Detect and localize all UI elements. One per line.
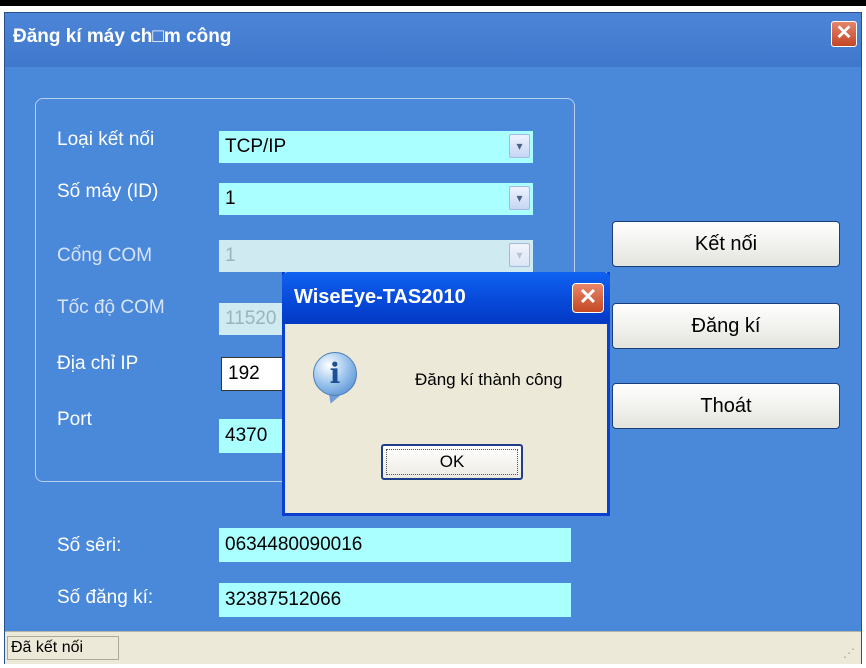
ok-button-label: OK <box>439 452 465 471</box>
reg-number-value: 32387512066 <box>225 589 342 610</box>
dialog-close-button[interactable]: ✕ <box>572 283 604 313</box>
status-text: Đã kết nối <box>7 636 119 660</box>
title-bar: Đăng kí máy ch□m công ✕ <box>5 13 861 67</box>
com-port-value: 1 <box>225 245 236 266</box>
connect-button[interactable]: Kết nối <box>612 221 840 267</box>
com-speed-label: Tốc độ COM <box>57 297 165 318</box>
serial-label: Số sêri: <box>57 535 122 556</box>
window-close-button[interactable]: ✕ <box>831 21 857 47</box>
connection-type-value: TCP/IP <box>225 136 287 157</box>
ip-address-label: Địa chỉ IP <box>57 353 139 374</box>
top-border <box>0 0 866 6</box>
register-button[interactable]: Đăng kí <box>612 303 840 349</box>
status-bar: Đã kết nối ⋰ <box>5 631 861 664</box>
window-title: Đăng kí máy ch□m công <box>13 26 232 47</box>
dialog-title: WiseEye-TAS2010 <box>294 286 466 308</box>
message-dialog: WiseEye-TAS2010 ✕ i Đăng kí thành công O… <box>282 272 610 516</box>
ok-button[interactable]: OK <box>381 444 523 480</box>
com-speed-value: 11520 <box>225 308 277 329</box>
serial-input[interactable]: 0634480090016 <box>219 528 571 562</box>
machine-id-select[interactable]: 1 ▾ <box>219 183 533 215</box>
com-port-label: Cổng COM <box>57 245 153 266</box>
port-value: 4370 <box>225 425 268 446</box>
com-port-select[interactable]: 1 ▾ <box>219 240 533 272</box>
reg-number-label: Số đăng kí: <box>57 587 154 608</box>
dialog-message: Đăng kí thành công <box>415 370 563 389</box>
connection-type-label: Loại kết nối <box>57 129 155 150</box>
ip-address-value: 192 <box>228 363 260 384</box>
resize-grip-icon[interactable]: ⋰ <box>843 646 855 660</box>
machine-id-label: Số máy (ID) <box>57 181 159 202</box>
port-label: Port <box>57 409 92 430</box>
chevron-down-icon[interactable]: ▾ <box>509 134 530 158</box>
reg-number-input[interactable]: 32387512066 <box>219 583 571 617</box>
connection-type-select[interactable]: TCP/IP ▾ <box>219 131 533 163</box>
info-icon: i <box>313 352 357 396</box>
dialog-title-bar: WiseEye-TAS2010 ✕ <box>282 272 610 324</box>
serial-value: 0634480090016 <box>225 534 363 555</box>
chevron-down-icon[interactable]: ▾ <box>509 186 530 210</box>
machine-id-value: 1 <box>225 188 236 209</box>
chevron-down-icon[interactable]: ▾ <box>509 243 530 267</box>
exit-button[interactable]: Thoát <box>612 383 840 429</box>
